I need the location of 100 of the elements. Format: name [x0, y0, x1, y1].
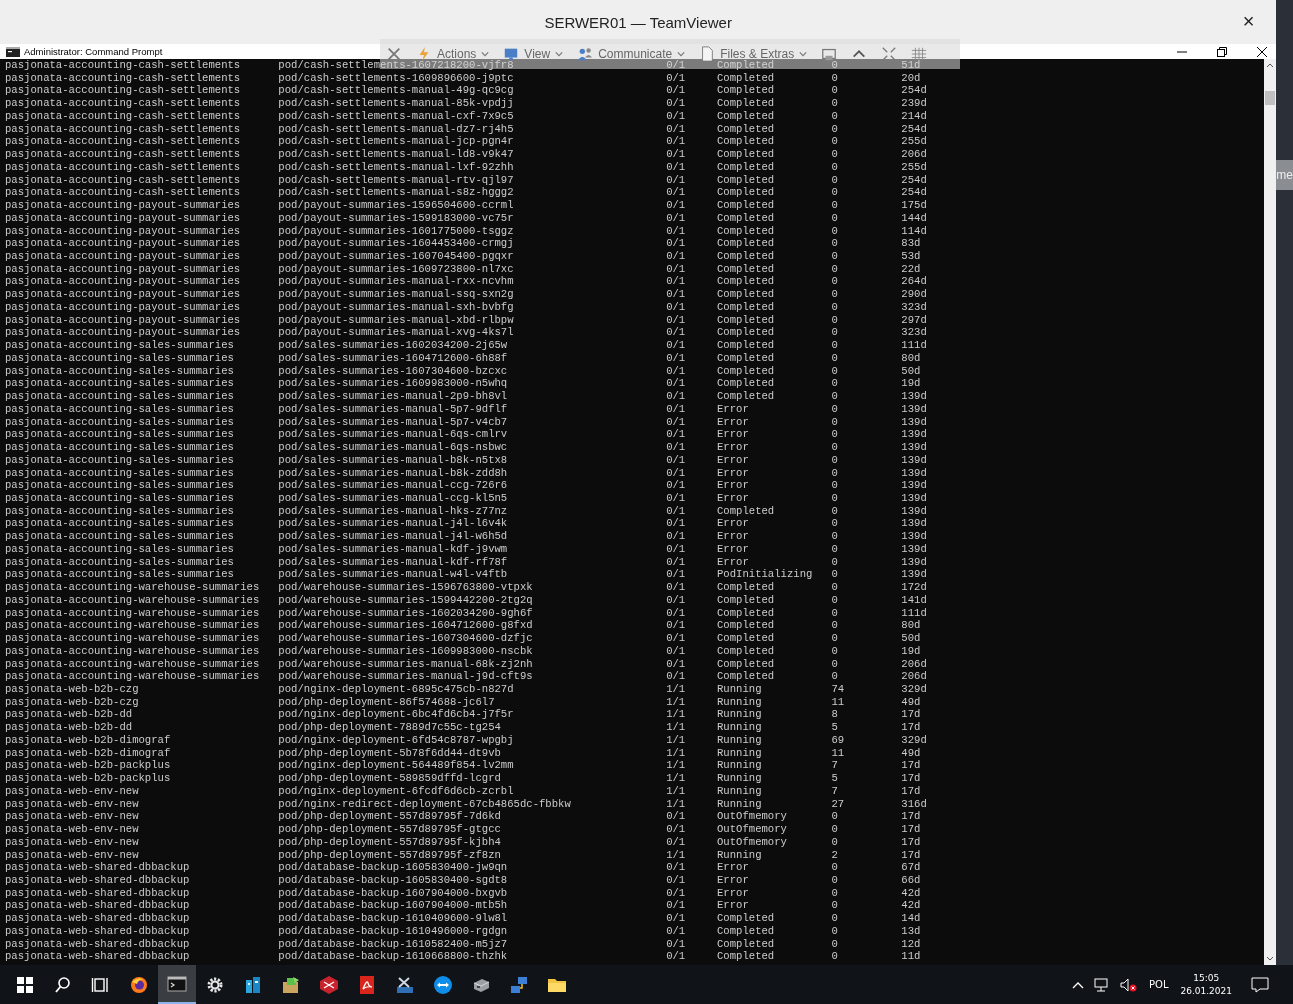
output-cell-text: 0 — [831, 670, 839, 683]
output-cell-text: 0/1 — [666, 937, 687, 951]
output-cell: 17d — [901, 835, 921, 849]
output-cell: 172d — [901, 581, 927, 594]
output-cell-text: pasjonata-accounting-payout-summaries — [5, 313, 242, 327]
output-cell-text: 0/1 — [666, 479, 687, 492]
output-cell: 17d — [901, 848, 921, 862]
output-cell: 214d — [901, 109, 927, 123]
output-cell-text: pod/warehouse-summaries-1609983000-nscbk — [278, 644, 534, 658]
output-cell-text: pod/warehouse-summaries-manual-j9d-cft9s — [278, 670, 534, 683]
actions-menu[interactable]: Actions — [416, 46, 490, 62]
output-cell-text: pasjonata-accounting-sales-summaries — [5, 504, 235, 518]
output-cell-text: pod/php-deployment-5b78f6dd44-dt9vb — [278, 746, 502, 760]
output-cell-text: 0 — [831, 415, 839, 429]
output-cell-text: pasjonata-accounting-payout-summaries — [5, 211, 242, 225]
output-cell-text: pod/payout-summaries-manual-ssq-sxn2g — [278, 288, 515, 301]
output-cell: 206d — [901, 657, 927, 671]
output-cell-text: pasjonata-web-b2b-czg — [5, 683, 140, 696]
output-cell-text: 0/1 — [666, 186, 687, 200]
output-cell-text: pod/php-deployment-589859dffd-lcgrd — [278, 772, 502, 785]
output-cell-text: 0 — [831, 835, 839, 849]
output-cell-text: Completed — [717, 644, 776, 658]
output-cell-text: 0/1 — [666, 339, 687, 352]
output-cell-text: pod/php-deployment-557d89795f-kjbh4 — [278, 835, 502, 849]
output-cell-text: Completed — [717, 950, 776, 964]
output-cell-text: Completed — [717, 71, 776, 85]
output-cell-text: 0 — [831, 364, 839, 378]
output-cell: 139d — [901, 517, 927, 531]
output-cell-text: 0/1 — [666, 823, 687, 836]
output-cell-text: 0 — [831, 428, 839, 442]
output-cell-text: pod/warehouse-summaries-manual-68k-zj2nh — [278, 657, 534, 671]
output-cell-text: 0/1 — [666, 555, 687, 569]
output-cell-text: 0/1 — [666, 377, 687, 391]
output-cell: 17d — [901, 810, 921, 824]
output-cell-text: Completed — [717, 109, 776, 123]
output-cell: 139d — [901, 504, 927, 518]
output-cell-text: 2 — [831, 848, 839, 862]
output-cell-text: pod/cash-settlements-1609896600-j9ptc — [278, 71, 515, 85]
output-cell-text: 1/1 — [666, 772, 687, 785]
output-cell-text: 0 — [831, 491, 839, 505]
output-cell-text: Error — [717, 861, 750, 874]
output-cell-text: 0 — [831, 250, 839, 263]
clock-date[interactable]: 26.01.2021 — [1180, 984, 1232, 998]
output-cell-text: 0/1 — [666, 428, 687, 442]
output-cell-text: pasjonata-accounting-cash-settlements — [5, 122, 242, 136]
output-cell-text: 0/1 — [666, 148, 687, 161]
output-cell-text: pasjonata-web-shared-dbbackup — [5, 861, 191, 874]
view-menu[interactable]: View — [503, 46, 564, 62]
output-cell-text: pasjonata-accounting-payout-summaries — [5, 275, 242, 289]
output-cell-text: 7 — [831, 784, 839, 798]
output-cell-text: 0/1 — [666, 262, 687, 276]
output-cell-text: 0 — [831, 861, 839, 874]
output-cell-text: 0 — [831, 339, 839, 352]
output-cell-text: pod/payout-summaries-manual-xvg-4ks7l — [278, 326, 515, 340]
language-indicator[interactable]: POL — [1149, 979, 1169, 990]
output-cell-text: 0 — [831, 109, 839, 123]
output-cell-text: pod/database-backup-1610496000-rgdgn — [278, 924, 509, 938]
output-cell: 17d — [901, 721, 921, 734]
output-cell: 12d — [901, 937, 921, 951]
output-cell-text: Error — [717, 517, 750, 531]
output-cell-text: pod/sales-summaries-manual-ccg-726r6 — [278, 479, 509, 492]
output-cell: 83d — [901, 237, 921, 250]
output-cell: 139d — [901, 568, 927, 582]
output-cell-text: 0/1 — [666, 581, 687, 594]
output-cell-text: pasjonata-accounting-payout-summaries — [5, 288, 242, 301]
output-cell-text: 0 — [831, 924, 839, 938]
output-cell-text: pod/nginx-deployment-6bc4fd6cb4-j7f5r — [278, 708, 515, 722]
output-cell-text: pod/warehouse-summaries-1599442200-2tg2q — [278, 593, 534, 607]
output-cell-text: 0/1 — [666, 250, 687, 263]
output-cell-text: pasjonata-accounting-cash-settlements — [5, 135, 242, 149]
output-cell-text: Running — [717, 721, 763, 734]
output-cell-text: Running — [717, 772, 763, 785]
output-cell: 329d — [901, 683, 927, 696]
output-cell: 139d — [901, 530, 927, 543]
output-cell-text: pasjonata-accounting-sales-summaries — [5, 530, 235, 543]
output-cell: 20d — [901, 71, 921, 85]
output-cell-text: Completed — [717, 657, 776, 671]
output-cell-text: Completed — [717, 313, 776, 327]
output-cell-text: 0 — [831, 122, 839, 136]
clock-time[interactable]: 15:05 — [1193, 971, 1220, 985]
output-cell-text: 0/1 — [666, 632, 687, 645]
output-cell-text: pasjonata-web-shared-dbbackup — [5, 950, 191, 964]
output-cell-text: 0 — [831, 199, 839, 212]
output-cell: 17d — [901, 772, 921, 785]
output-cell-text: 0/1 — [666, 619, 687, 633]
window-title: SERWER01 — TeamViewer — [544, 13, 732, 31]
output-cell-text: Completed — [717, 97, 776, 110]
output-cell-text: Error — [717, 466, 750, 480]
output-cell-text: pasjonata-accounting-cash-settlements — [5, 59, 242, 72]
close-button[interactable]: × — [1238, 10, 1259, 32]
output-cell: 50d — [901, 632, 921, 645]
output-cell-text: Completed — [717, 390, 776, 403]
console-title: Administrator: Command Prompt — [24, 46, 163, 57]
output-cell-text: 0/1 — [666, 84, 687, 98]
output-cell-text: pod/php-deployment-557d89795f-7d6kd — [278, 810, 502, 824]
output-cell-text: Completed — [717, 250, 776, 263]
output-cell-text: Completed — [717, 211, 776, 225]
output-cell-text: 0/1 — [666, 504, 687, 518]
output-cell-text: pod/sales-summaries-manual-w4l-v4ftb — [278, 568, 509, 582]
output-cell-text: pod/php-deployment-7889d7c55c-tg254 — [278, 721, 502, 734]
